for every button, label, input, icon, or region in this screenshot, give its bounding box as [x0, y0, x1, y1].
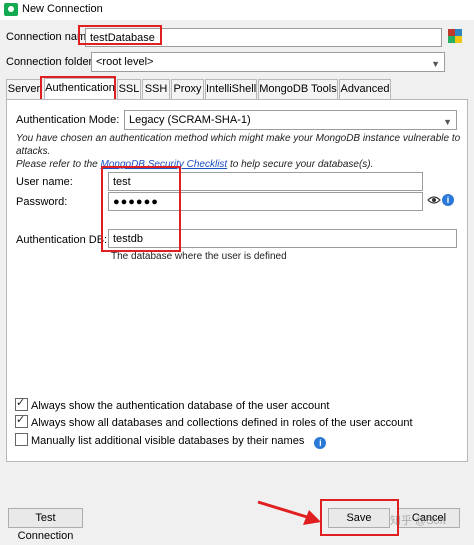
- tab-advanced[interactable]: Advanced: [339, 79, 391, 99]
- connection-folder-label: Connection folder:: [6, 56, 96, 68]
- option-label: Always show the authentication database …: [31, 400, 330, 412]
- option-label: Manually list additional visible databas…: [31, 435, 305, 447]
- checkbox-icon[interactable]: [15, 413, 28, 428]
- highlight-save: [320, 499, 399, 536]
- option-show-all-dbs[interactable]: Always show all databases and collection…: [15, 413, 413, 429]
- option-label: Always show all databases and collection…: [31, 417, 413, 429]
- tab-mongodb-tools[interactable]: MongoDB Tools: [258, 79, 338, 99]
- highlight-connection-name: [78, 25, 162, 45]
- watermark: 知乎 @Soft: [390, 515, 446, 527]
- auth-mode-select[interactable]: Legacy (SCRAM-SHA-1) ▼: [124, 110, 457, 130]
- authdb-label: Authentication DB:: [16, 234, 108, 246]
- checkbox-icon[interactable]: [15, 433, 28, 446]
- connection-folder-select[interactable]: <root level> ▼: [91, 52, 445, 72]
- tab-intellishell[interactable]: IntelliShell: [205, 79, 257, 99]
- window-title: New Connection: [22, 3, 103, 15]
- highlight-tab: [40, 76, 116, 101]
- title-bar: New Connection: [0, 0, 474, 20]
- warning-suffix: to help secure your database(s).: [227, 159, 374, 170]
- auth-mode-value: Legacy (SCRAM-SHA-1): [129, 114, 251, 126]
- option-show-auth-db[interactable]: Always show the authentication database …: [15, 396, 330, 412]
- security-warning: You have chosen an authentication method…: [16, 132, 466, 171]
- username-label: User name:: [16, 176, 73, 188]
- tab-proxy[interactable]: Proxy: [171, 79, 204, 99]
- password-label: Password:: [16, 196, 68, 208]
- highlight-credentials: [101, 166, 181, 252]
- info-icon[interactable]: i: [314, 437, 327, 449]
- tab-ssl[interactable]: SSL: [117, 79, 141, 99]
- authdb-hint: The database where the user is defined: [111, 251, 287, 262]
- tab-ssh[interactable]: SSH: [142, 79, 170, 99]
- option-manual-list[interactable]: Manually list additional visible databas…: [15, 433, 327, 449]
- pointer-arrow-icon: [255, 498, 325, 528]
- auth-mode-label: Authentication Mode:: [16, 114, 120, 126]
- tab-server[interactable]: Server: [6, 79, 42, 99]
- app-icon: [4, 3, 18, 16]
- chevron-down-icon: ▼: [431, 59, 440, 69]
- info-icon[interactable]: i: [442, 194, 454, 206]
- checkbox-icon[interactable]: [15, 396, 28, 411]
- test-connection-button[interactable]: Test Connection: [8, 508, 83, 542]
- eye-icon[interactable]: [427, 194, 441, 206]
- chevron-down-icon: ▼: [443, 117, 452, 127]
- warning-prefix: Please refer to the: [16, 159, 101, 170]
- warning-line-2: Please refer to the MongoDB Security Che…: [16, 158, 466, 171]
- connection-folder-value: <root level>: [96, 56, 154, 68]
- warning-line-1: You have chosen an authentication method…: [16, 133, 461, 157]
- color-picker-icon[interactable]: [448, 29, 462, 43]
